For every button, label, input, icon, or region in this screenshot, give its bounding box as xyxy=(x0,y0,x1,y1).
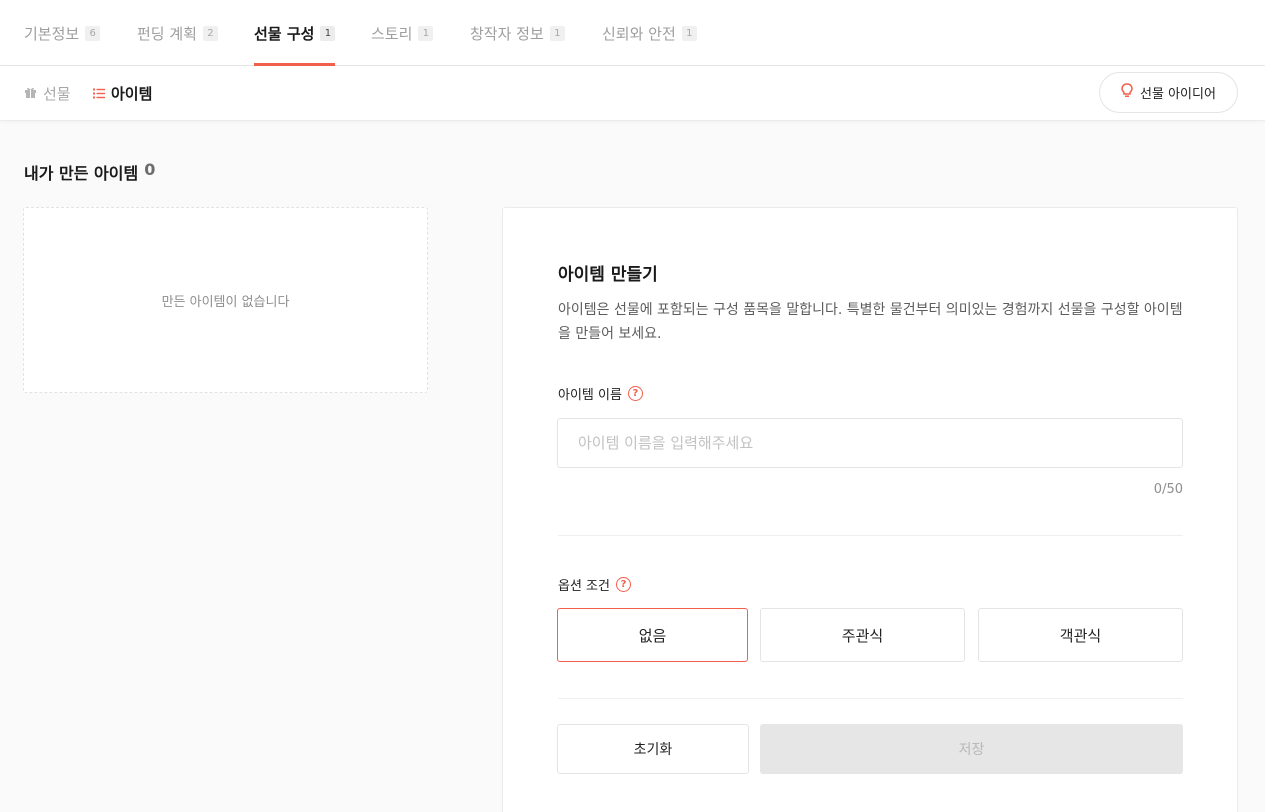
option-condition-label-text: 옵션 조건 xyxy=(558,579,610,594)
help-icon[interactable]: ? xyxy=(615,577,631,592)
tab-label: 선물 구성 xyxy=(254,24,315,43)
tab-count-badge: 1 xyxy=(681,25,697,41)
option-multiple-choice-button[interactable]: 객관식 xyxy=(978,608,1183,662)
option-subjective-button[interactable]: 주관식 xyxy=(760,608,965,662)
list-icon xyxy=(93,85,105,103)
create-item-panel: 아이템 만들기 아이템은 선물에 포함되는 구성 품목을 말합니다. 특별한 물… xyxy=(502,207,1238,812)
tab-story[interactable]: 스토리 1 xyxy=(371,0,434,66)
tab-count-badge: 2 xyxy=(202,25,218,41)
item-name-label: 아이템 이름 ? xyxy=(558,384,643,403)
empty-state-text: 만든 아이템이 없습니다 xyxy=(161,294,290,310)
reset-button[interactable]: 초기화 xyxy=(557,724,749,774)
lightbulb-icon xyxy=(1121,83,1133,102)
gift-idea-label: 선물 아이디어 xyxy=(1140,87,1216,102)
tab-basic-info[interactable]: 기본정보 6 xyxy=(24,0,101,66)
tab-label: 펀딩 계획 xyxy=(137,24,197,43)
divider xyxy=(558,535,1183,536)
create-item-description: 아이템은 선물에 포함되는 구성 품목을 말합니다. 특별한 물건부터 의미있는… xyxy=(558,302,1183,342)
my-items-count: 0 xyxy=(144,160,156,179)
sub-tab-bar: 선물 아이템 선물 아이디어 xyxy=(0,66,1265,121)
subtab-gift[interactable]: 선물 xyxy=(24,66,71,121)
tab-count-badge: 1 xyxy=(418,25,434,41)
my-items-empty-state: 만든 아이템이 없습니다 xyxy=(23,207,428,393)
tab-trust-safety[interactable]: 신뢰와 안전 1 xyxy=(602,0,697,66)
option-none-button[interactable]: 없음 xyxy=(557,608,748,662)
save-button[interactable]: 저장 xyxy=(760,724,1183,774)
tab-label: 기본정보 xyxy=(24,24,80,43)
top-tab-bar: 기본정보 6 펀딩 계획 2 선물 구성 1 스토리 1 창작자 정보 1 신뢰… xyxy=(0,0,1265,66)
subtab-label: 선물 xyxy=(43,85,71,103)
tab-creator-info[interactable]: 창작자 정보 1 xyxy=(470,0,565,66)
option-condition-label: 옵션 조건 ? xyxy=(558,575,631,594)
tab-gift-composition[interactable]: 선물 구성 1 xyxy=(254,0,336,66)
tab-label: 신뢰와 안전 xyxy=(602,24,676,43)
my-items-title: 내가 만든 아이템 xyxy=(24,164,139,183)
tab-label: 창작자 정보 xyxy=(470,24,544,43)
divider xyxy=(558,698,1183,699)
item-name-input[interactable] xyxy=(557,418,1183,468)
subtab-label: 아이템 xyxy=(111,85,153,103)
tab-funding-plan[interactable]: 펀딩 계획 2 xyxy=(137,0,218,66)
gift-idea-button[interactable]: 선물 아이디어 xyxy=(1099,72,1238,113)
tab-count-badge: 1 xyxy=(549,25,565,41)
help-icon[interactable]: ? xyxy=(627,386,643,401)
tab-count-badge: 6 xyxy=(85,25,101,41)
subtab-item[interactable]: 아이템 xyxy=(93,66,152,121)
create-item-title: 아이템 만들기 xyxy=(558,265,658,285)
gift-icon xyxy=(24,85,37,103)
tab-label: 스토리 xyxy=(371,24,413,43)
my-items-heading: 내가 만든 아이템 0 xyxy=(24,160,155,184)
char-count: 0/50 xyxy=(1153,482,1183,497)
tab-count-badge: 1 xyxy=(320,25,336,41)
item-name-label-text: 아이템 이름 xyxy=(558,388,622,403)
